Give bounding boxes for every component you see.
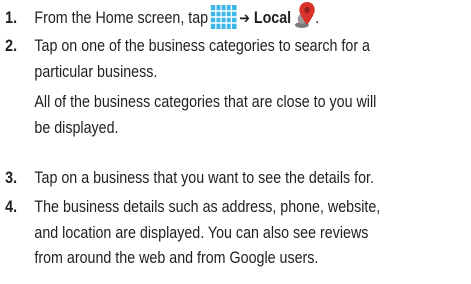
step-note-line: be displayed.: [34, 117, 119, 137]
step-number: 4.: [5, 197, 18, 216]
step-text-line: The business details such as address, ph…: [34, 197, 381, 216]
step-text-line: from around the web and from Google user…: [34, 248, 319, 267]
apps-grid-icon: [210, 4, 237, 29]
step-number: 2.: [5, 36, 18, 55]
step-text-line: Tap on a business that you want to see t…: [34, 168, 374, 187]
period: .: [315, 8, 320, 27]
step-1: 1. From the Home screen, tap ➔ Local .: [0, 2, 464, 32]
step-4: 4. The business details such as address,…: [0, 194, 464, 271]
step-3: 3. Tap on a business that you want to se…: [0, 165, 464, 191]
step-2: 2. Tap on one of the business categories…: [0, 33, 464, 140]
step-text: From the Home screen, tap: [34, 8, 209, 27]
step-note-line: All of the business categories that are …: [34, 92, 377, 111]
location-pin-person-icon: [293, 1, 315, 29]
step-text-line: and location are displayed. You can also…: [34, 222, 369, 242]
step-text-line: particular business.: [34, 61, 158, 81]
arrow-separator: ➔: [239, 9, 250, 27]
step-number: 1.: [5, 8, 18, 27]
local-label: Local: [253, 8, 292, 27]
step-text-line: Tap on one of the business categories to…: [34, 36, 370, 55]
step-number: 3.: [5, 168, 18, 187]
